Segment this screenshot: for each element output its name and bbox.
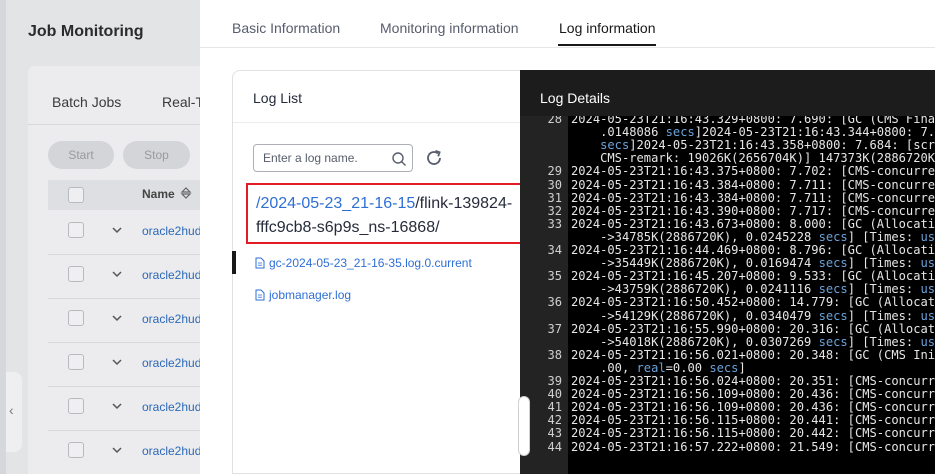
log-line-text: ->35449K(2886720K), 0.0169474 secs] [Tim… xyxy=(571,256,935,271)
job-name-link[interactable]: oracle2hud xyxy=(142,356,201,370)
row-checkbox[interactable] xyxy=(68,442,84,458)
log-file-name[interactable]: gc-2024-05-23_21-16-35.log.0.current xyxy=(269,256,472,270)
page-title: Job Monitoring xyxy=(28,23,144,40)
log-line-number: 31 xyxy=(547,190,562,205)
log-line-text: 2024-05-23T21:16:43.375+0800: 7.702: [CM… xyxy=(571,164,935,179)
log-line-text: 2024-05-23T21:16:43.384+0800: 7.711: [CM… xyxy=(571,177,935,192)
active-tab-indicator xyxy=(558,44,656,46)
log-line-text: .0148086 secs]2024-05-23T21:16:43.344+08… xyxy=(571,125,935,140)
log-line-text: ->54129K(2886720K), 0.0340479 secs] [Tim… xyxy=(571,308,935,323)
collapse-sidebar-button[interactable]: ‹ xyxy=(6,372,22,452)
log-line-text: 2024-05-23T21:16:55.990+0800: 20.316: [G… xyxy=(571,321,935,336)
job-details-drawer: Basic Information Monitoring information… xyxy=(200,0,935,474)
log-line-text: 2024-05-23T21:16:56.115+0800: 20.442: [C… xyxy=(571,426,935,441)
selected-log-path: /2024-05-23_21-16-15/flink-139824-fffc9c… xyxy=(256,192,516,240)
tab-basic-information[interactable]: Basic Information xyxy=(232,20,340,36)
select-all-checkbox[interactable] xyxy=(68,187,84,203)
chevron-down-icon[interactable] xyxy=(111,312,125,326)
job-name-link[interactable]: oracle2hud xyxy=(142,268,201,282)
stop-button[interactable]: Stop xyxy=(123,141,190,169)
file-icon xyxy=(255,257,265,269)
log-list-title: Log List xyxy=(253,90,303,106)
log-details-title: Log Details xyxy=(540,90,611,106)
log-line-number: 35 xyxy=(547,269,562,284)
chevron-down-icon[interactable] xyxy=(111,224,125,238)
log-line-text: secs]2024-05-23T21:16:43.358+0800: 7.684… xyxy=(600,138,935,153)
log-list-header: Log List xyxy=(233,71,529,123)
log-line-text: 2024-05-23T21:16:44.469+0800: 8.796: [GC… xyxy=(571,243,935,257)
log-line-number: 30 xyxy=(547,177,562,192)
log-line-text: 2024-05-23T21:16:43.384+0800: 7.711: [CM… xyxy=(571,190,935,205)
active-file-indicator xyxy=(232,251,236,274)
log-file-name[interactable]: jobmanager.log xyxy=(269,288,351,302)
log-line-text: 2024-05-23T21:16:56.024+0800: 20.351: [C… xyxy=(571,374,935,388)
log-search-box[interactable] xyxy=(253,144,413,172)
row-checkbox[interactable] xyxy=(68,222,84,238)
log-line-text: 2024-05-23T21:16:45.207+0800: 9.533: [GC… xyxy=(571,269,935,284)
file-icon xyxy=(255,289,265,301)
log-line-text: ->54018K(2886720K), 0.0307269 secs] [Tim… xyxy=(571,334,935,349)
log-content[interactable]: 28 2024-05-23T21:16:43.329+0800: 7.690: [… xyxy=(520,116,935,474)
chevron-left-icon: ‹ xyxy=(9,402,14,418)
log-line-number: 32 xyxy=(547,203,562,218)
tab-log-information[interactable]: Log information xyxy=(559,20,656,36)
log-list-panel: Log List /2024-05-23_21-16-15/flink-1398… xyxy=(232,70,530,474)
log-line-text: 2024-05-23T21:16:56.021+0800: 20.348: [G… xyxy=(571,347,935,362)
chevron-down-icon[interactable] xyxy=(111,356,125,370)
log-line-text: 2024-05-23T21:16:56.109+0800: 20.436: [C… xyxy=(571,387,935,402)
selected-log-path-highlight: /2024-05-23_21-16-15/flink-139824-fffc9c… xyxy=(246,183,522,244)
log-details-panel: Log Details 28 2024-05-23T21:16:43.329+08… xyxy=(520,70,935,474)
row-checkbox[interactable] xyxy=(68,266,84,282)
log-line-text: 2024-05-23T21:16:43.673+0800: 8.000: [GC… xyxy=(571,216,935,231)
tab-real-time-jobs[interactable]: Real-T xyxy=(162,94,204,110)
log-line-text: ->43759K(2886720K), 0.0241116 secs] [Tim… xyxy=(571,282,935,297)
log-list-scrollbar[interactable] xyxy=(518,396,530,456)
job-name-link[interactable]: oracle2hud xyxy=(142,224,201,238)
tab-monitoring-information[interactable]: Monitoring information xyxy=(380,20,519,36)
log-line-number: 38 xyxy=(547,347,562,362)
row-checkbox[interactable] xyxy=(68,354,84,370)
chevron-down-icon[interactable] xyxy=(111,444,125,458)
log-line-number: 33 xyxy=(547,216,562,231)
log-details-header: Log Details xyxy=(520,70,935,116)
job-name-link[interactable]: oracle2hud xyxy=(142,444,201,458)
log-path-link[interactable]: /2024-05-23_21-16-15 xyxy=(256,195,415,212)
log-file-item[interactable]: gc-2024-05-23_21-16-35.log.0.current xyxy=(255,256,472,270)
log-line-text: 2024-05-23T21:16:43.390+0800: 7.717: [CM… xyxy=(571,203,935,218)
job-name-link[interactable]: oracle2hud xyxy=(142,400,201,414)
row-checkbox[interactable] xyxy=(68,398,84,414)
start-button[interactable]: Start xyxy=(48,141,114,169)
log-line-text: ->34785K(2886720K), 0.0245228 secs] [Tim… xyxy=(571,229,935,244)
chevron-down-icon[interactable] xyxy=(111,268,125,282)
tab-divider xyxy=(28,124,228,125)
log-line-number: 39 xyxy=(547,374,562,388)
log-line-number: 37 xyxy=(547,321,562,336)
log-line-number: 34 xyxy=(547,243,562,257)
chevron-down-icon[interactable] xyxy=(111,400,125,414)
tab-batch-jobs[interactable]: Batch Jobs xyxy=(52,94,121,110)
search-icon[interactable] xyxy=(391,151,407,167)
log-line-number: 36 xyxy=(547,295,562,310)
log-line-text: 2024-05-23T21:16:57.222+0800: 21.549: [C… xyxy=(571,439,935,454)
job-name-link[interactable]: oracle2hud xyxy=(142,312,201,326)
row-checkbox[interactable] xyxy=(68,310,84,326)
log-line-text: 2024-05-23T21:16:56.109+0800: 20.436: [C… xyxy=(571,400,935,415)
log-search-input[interactable] xyxy=(263,149,383,167)
log-line-text: 2024-05-23T21:16:50.452+0800: 14.779: [G… xyxy=(571,295,935,310)
log-line-text: CMS-remark: 19026K(2656704K)] 147373K(28… xyxy=(571,151,935,166)
log-line-text: 2024-05-23T21:16:56.115+0800: 20.441: [C… xyxy=(571,413,935,428)
sort-icon[interactable] xyxy=(180,186,192,203)
drawer-tabs: Basic Information Monitoring information… xyxy=(200,0,935,48)
column-header-name[interactable]: Name xyxy=(142,187,175,201)
log-line-text: .00, real=0.00 secs] xyxy=(571,360,746,375)
refresh-icon[interactable] xyxy=(424,148,444,168)
log-line-number: 29 xyxy=(547,164,562,179)
log-file-item[interactable]: jobmanager.log xyxy=(255,288,351,302)
log-line-number: 28 xyxy=(547,116,562,126)
